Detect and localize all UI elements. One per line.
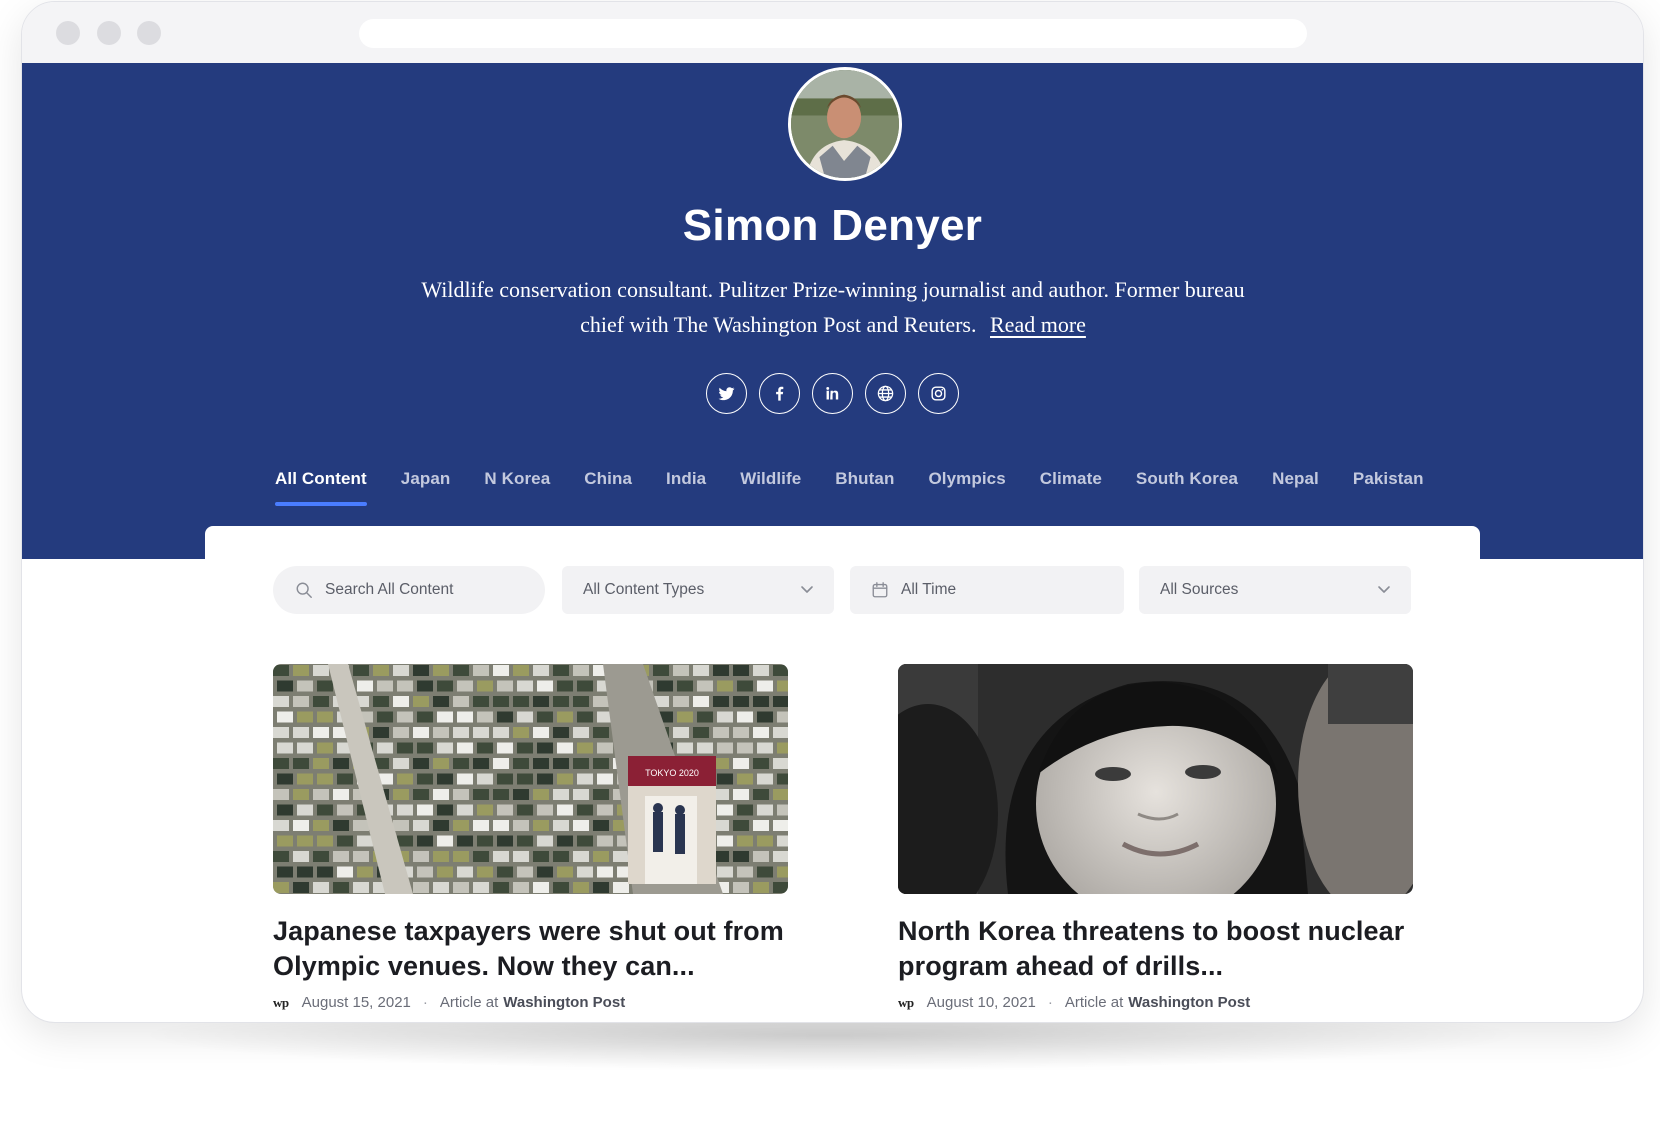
tab-climate[interactable]: Climate [1040, 469, 1102, 509]
article-type: Article at [1064, 994, 1124, 1011]
tab-wildlife[interactable]: Wildlife [740, 469, 801, 509]
search-input[interactable]: Search All Content [273, 566, 545, 614]
instagram-button[interactable] [918, 373, 959, 414]
meta-separator: · [422, 994, 428, 1011]
search-placeholder: Search All Content [325, 581, 454, 598]
tab-olympics[interactable]: Olympics [928, 469, 1005, 509]
portrait-photo-image [898, 664, 1413, 894]
content-panel: Search All Content All Content Types All… [205, 526, 1480, 1022]
sources-value: All Sources [1160, 581, 1239, 598]
article-headline[interactable]: Japanese taxpayers were shut out from Ol… [273, 914, 788, 984]
washington-post-logo-icon: wp [273, 994, 289, 1010]
time-range-picker[interactable]: All Time [850, 566, 1124, 614]
topic-tabs: All Content Japan N Korea China India Wi… [275, 469, 1424, 509]
tab-nepal[interactable]: Nepal [1272, 469, 1319, 509]
instagram-icon [931, 386, 946, 401]
tab-south-korea[interactable]: South Korea [1136, 469, 1238, 509]
article-card[interactable]: TOKYO 2020 Japanese taxpayers were shut … [273, 664, 788, 1011]
facebook-button[interactable] [759, 373, 800, 414]
stadium-seats-image: TOKYO 2020 [273, 664, 788, 894]
profile-bio-text: Wildlife conservation consultant. Pulitz… [421, 277, 1245, 337]
article-source[interactable]: Washington Post [503, 994, 625, 1011]
article-thumbnail[interactable]: TOKYO 2020 [273, 664, 788, 894]
image-banner-text: TOKYO 2020 [645, 768, 699, 778]
article-type: Article at [439, 994, 499, 1011]
browser-window: Simon Denyer Wildlife conservation consu… [21, 1, 1644, 1023]
website-button[interactable] [865, 373, 906, 414]
globe-icon [877, 385, 894, 402]
linkedin-button[interactable] [812, 373, 853, 414]
tab-china[interactable]: China [584, 469, 632, 509]
tab-india[interactable]: India [666, 469, 706, 509]
chevron-down-icon [801, 586, 813, 593]
window-maximize-dot[interactable] [137, 21, 161, 45]
profile-name: Simon Denyer [682, 201, 983, 250]
search-icon [296, 582, 312, 598]
tab-pakistan[interactable]: Pakistan [1353, 469, 1424, 509]
page: Simon Denyer Wildlife conservation consu… [0, 0, 1660, 1122]
article-source[interactable]: Washington Post [1128, 994, 1250, 1011]
time-range-value: All Time [901, 581, 957, 598]
twitter-icon [718, 387, 735, 401]
content-types-select[interactable]: All Content Types [562, 566, 834, 614]
facebook-icon [776, 386, 784, 401]
browser-chrome [22, 2, 1643, 63]
read-more-link[interactable]: Read more [990, 312, 1086, 337]
address-bar[interactable] [359, 19, 1307, 48]
article-headline[interactable]: North Korea threatens to boost nuclear p… [898, 914, 1413, 984]
washington-post-logo-icon: wp [898, 994, 914, 1010]
avatar-photo [791, 70, 899, 178]
linkedin-icon [826, 387, 839, 400]
calendar-icon [872, 582, 888, 598]
tab-japan[interactable]: Japan [401, 469, 451, 509]
article-card[interactable]: North Korea threatens to boost nuclear p… [898, 664, 1413, 1011]
article-meta: wp August 10, 2021 · Article at Washingt… [898, 994, 1413, 1011]
tab-bhutan[interactable]: Bhutan [835, 469, 894, 509]
twitter-button[interactable] [706, 373, 747, 414]
social-links [22, 373, 1643, 414]
meta-separator: · [1047, 994, 1053, 1011]
content-types-value: All Content Types [583, 581, 705, 598]
tab-all-content[interactable]: All Content [275, 469, 367, 509]
chevron-down-icon [1378, 586, 1390, 593]
article-date: August 15, 2021 [301, 994, 411, 1011]
window-minimize-dot[interactable] [97, 21, 121, 45]
profile-bio: Wildlife conservation consultant. Pulitz… [402, 272, 1264, 342]
profile-header: Simon Denyer Wildlife conservation consu… [22, 63, 1643, 559]
article-thumbnail[interactable] [898, 664, 1413, 894]
article-date: August 10, 2021 [926, 994, 1036, 1011]
article-meta: wp August 15, 2021 · Article at Washingt… [273, 994, 788, 1011]
sources-select[interactable]: All Sources [1139, 566, 1411, 614]
avatar [788, 67, 902, 181]
window-close-dot[interactable] [56, 21, 80, 45]
tab-n-korea[interactable]: N Korea [484, 469, 550, 509]
